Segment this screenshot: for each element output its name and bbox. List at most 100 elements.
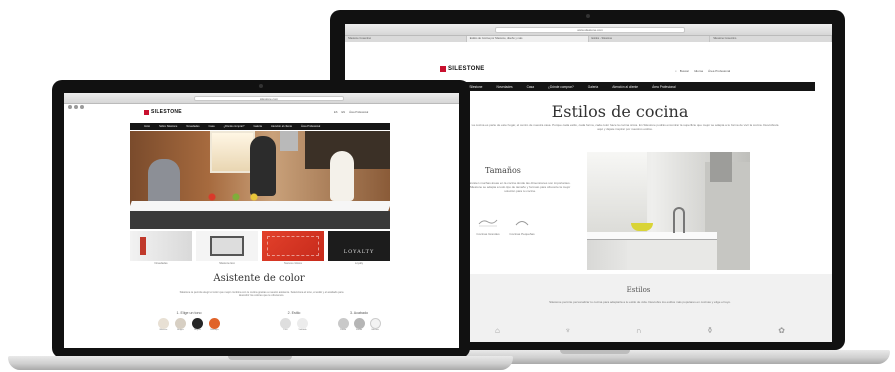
flower-icon[interactable]: ✿: [778, 326, 785, 335]
swatch[interactable]: Veteado: [297, 318, 308, 331]
size-option-small[interactable]: Cocinas Pequeñas: [507, 214, 537, 236]
utility-link[interactable]: Área Profesional: [708, 69, 730, 73]
step-tone: 1. Elige un tono Blancos Beiges Negros N…: [134, 311, 244, 331]
thumb-caption: Nuevos colores: [284, 262, 302, 265]
estilos-band: Estilos Silestone permite personalizar t…: [445, 274, 832, 342]
swatch-label: Negros: [193, 329, 202, 331]
browser-tab[interactable]: Silestone Cosentino: [710, 36, 832, 42]
nav-item[interactable]: Inicio: [144, 125, 150, 128]
silestone-logo[interactable]: SILESTONE: [144, 109, 182, 115]
photo-countertop: [130, 201, 390, 211]
main-nav: Inicio Silestone Novedades Casa ¿Dónde c…: [455, 82, 815, 91]
thumb-image: [130, 231, 192, 261]
swatch-label: Suede: [355, 329, 363, 331]
photo-person-right: [330, 151, 354, 201]
photo-island-top: [587, 232, 717, 240]
step-finish: 3. Acabado Pulido Suede Volcano: [329, 311, 389, 331]
lamp-icon[interactable]: ♆: [565, 326, 571, 335]
swatch[interactable]: Blancos: [158, 318, 169, 331]
swatch-label: Blancos: [159, 329, 168, 331]
loyalty-wordmark: LOYALTY: [343, 249, 375, 255]
thumb-caption: Silestone Eco: [219, 262, 235, 265]
utility-links: ES EN Área Profesional: [334, 111, 368, 114]
hero-photo: [130, 131, 390, 229]
utility-link[interactable]: EN: [341, 111, 345, 114]
arch-icon[interactable]: ∩: [636, 326, 642, 335]
thumb-card[interactable]: Novedades: [130, 231, 192, 271]
nav-item[interactable]: Galería: [253, 125, 262, 128]
silestone-logo[interactable]: SILESTONE: [440, 66, 485, 72]
nav-item[interactable]: Novedades: [496, 85, 512, 89]
style-icons: ⌂ ♆ ∩ ⚱ ✿: [495, 326, 785, 335]
browser-toolbar: silestone.com: [64, 93, 459, 109]
swatch-circle: [297, 318, 308, 329]
color-assistant-intro: Silestone te permite elegir el color que…: [179, 291, 344, 298]
browser-toolbar: www.silestone.com: [345, 24, 832, 41]
swatch[interactable]: Naranjas: [209, 318, 220, 331]
swatch-label: Pulido: [339, 329, 347, 331]
utility-link[interactable]: ES: [334, 111, 337, 114]
browser-tab[interactable]: Estilos de Cocina por Silestone, diseño …: [466, 36, 589, 42]
photo-fruit-bowl: [631, 223, 653, 231]
step-style: 2. Estilo Liso Veteado: [269, 311, 319, 331]
photo-food: [200, 193, 260, 201]
swatch-circle: [209, 318, 220, 329]
browser-tab[interactable]: Estilos - Silestone: [589, 36, 711, 42]
tamanos-text: Existen muchas áreas en la cocina donde …: [469, 181, 571, 193]
thumb-caption: Novedades: [154, 262, 168, 265]
nav-item[interactable]: Área Profesional: [652, 85, 676, 89]
estilos-heading: Estilos: [626, 286, 651, 294]
photo-hood: [280, 131, 298, 151]
swatch[interactable]: Negros: [192, 318, 203, 331]
utility-link[interactable]: Idioma: [694, 69, 703, 73]
photo-person-center: [250, 136, 276, 196]
window-controls[interactable]: [68, 96, 86, 114]
color-assistant-heading: Asistente de color: [213, 273, 305, 284]
nav-item[interactable]: ¿Dónde comprar?: [548, 85, 574, 89]
nav-item[interactable]: Sobre Silestone: [159, 125, 177, 128]
step-label: 3. Acabado: [350, 311, 368, 315]
photo-hood: [710, 152, 732, 182]
estilos-text: Silestone permite personalizar tu cocina…: [549, 300, 731, 304]
kitchen-photo: [587, 152, 750, 270]
size-option-label: Cocinas Pequeñas: [509, 232, 535, 236]
address-bar[interactable]: www.silestone.com: [495, 27, 685, 33]
address-bar[interactable]: silestone.com: [194, 96, 344, 101]
page-title: Estilos de cocina: [551, 102, 689, 121]
thumb-row: Novedades Silestone Eco Nuevos colores L…: [130, 231, 390, 271]
photo-window: [210, 131, 255, 173]
swatch[interactable]: Beiges: [175, 318, 186, 331]
nav-item[interactable]: Casa: [527, 85, 534, 89]
nav-item[interactable]: Novedades: [186, 125, 199, 128]
left-laptop-screen: silestone.com SILESTONE ES EN Área Profe…: [64, 93, 459, 348]
swatch-label: Volcano: [371, 329, 379, 331]
thumb-card[interactable]: Nuevos colores: [262, 231, 324, 271]
logo-mark-icon: [440, 66, 446, 72]
tamanos-heading: Tamaños: [485, 166, 521, 175]
vase-icon[interactable]: ⚱: [707, 326, 714, 335]
step-swatches: Liso Veteado: [269, 318, 319, 331]
browser-tab[interactable]: Silestone Cosentino: [345, 36, 467, 42]
size-option-large[interactable]: Cocinas Grandes: [473, 214, 503, 236]
thumb-card[interactable]: Silestone Eco: [196, 231, 258, 271]
nav-item[interactable]: Área Profesional: [301, 125, 320, 128]
utility-link[interactable]: Buscar: [680, 69, 689, 73]
left-laptop-notch: [228, 356, 292, 360]
nav-item[interactable]: Atención al cliente: [271, 125, 292, 128]
swatch[interactable]: Pulido: [337, 318, 349, 331]
color-steps: 1. Elige un tono Blancos Beiges Negros N…: [134, 311, 389, 345]
search-icon[interactable]: ⌕: [675, 69, 677, 73]
utility-link[interactable]: Área Profesional: [349, 111, 368, 114]
nav-item[interactable]: Atención al cliente: [612, 85, 638, 89]
swatch[interactable]: Suede: [353, 318, 365, 331]
chair-icon[interactable]: ⌂: [495, 326, 500, 335]
swatch[interactable]: Liso: [280, 318, 291, 331]
swatch-label: Naranjas: [210, 329, 219, 331]
swatch[interactable]: Volcano: [369, 318, 381, 331]
nav-item[interactable]: Casa: [209, 125, 215, 128]
utility-links: ⌕ Buscar Idioma Área Profesional: [675, 69, 730, 73]
nav-item[interactable]: Galería: [588, 85, 598, 89]
nav-item[interactable]: ¿Dónde comprar?: [224, 125, 245, 128]
thumb-card[interactable]: LOYALTY Loyalty: [328, 231, 390, 271]
step-swatches: Pulido Suede Volcano: [329, 318, 389, 331]
